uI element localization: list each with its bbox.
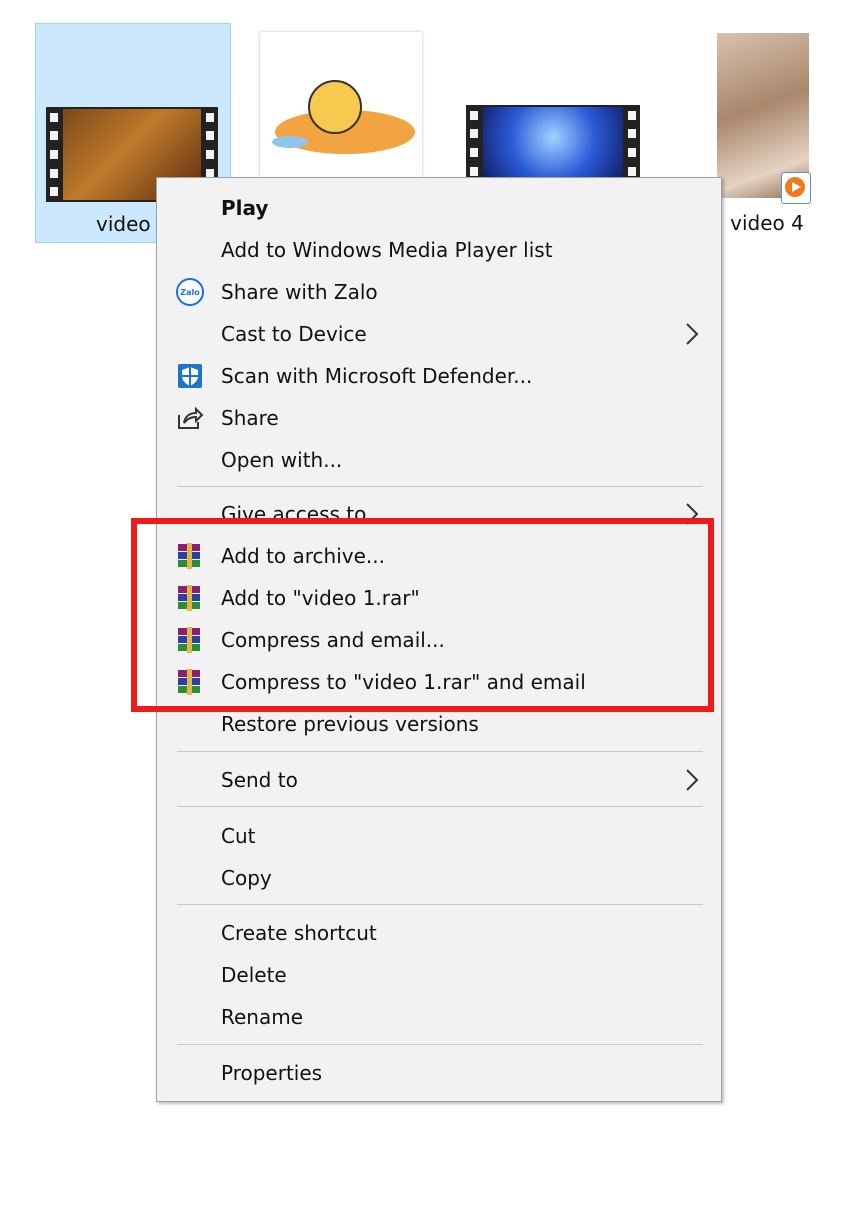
file-label: video 4	[730, 211, 804, 235]
menu-item-create-shortcut[interactable]: Create shortcut	[157, 913, 721, 953]
menu-item-add-to-wmp-list[interactable]: Add to Windows Media Player list	[157, 230, 721, 270]
image-thumbnail	[260, 32, 422, 177]
menu-item-delete[interactable]: Delete	[157, 955, 721, 995]
menu-item-cast-to-device[interactable]: Cast to Device	[157, 314, 721, 354]
menu-item-label: Open with...	[221, 448, 343, 472]
defender-shield-icon	[175, 361, 205, 391]
menu-item-label: Scan with Microsoft Defender...	[221, 364, 533, 388]
chevron-right-icon	[686, 323, 699, 345]
menu-item-label: Cut	[221, 824, 256, 848]
menu-item-label: Share with Zalo	[221, 280, 378, 304]
menu-item-label: Send to	[221, 768, 298, 792]
menu-item-send-to[interactable]: Send to	[157, 760, 721, 800]
menu-separator	[177, 751, 703, 752]
media-player-badge-icon	[781, 172, 811, 204]
zalo-badge-text: Zalo	[180, 287, 200, 297]
video-film-thumbnail	[466, 105, 640, 185]
menu-item-open-with[interactable]: Open with...	[157, 440, 721, 480]
menu-item-label: Properties	[221, 1061, 323, 1085]
menu-item-label: Restore previous versions	[221, 712, 479, 736]
menu-item-label: Create shortcut	[221, 921, 377, 945]
menu-item-play[interactable]: Play	[157, 188, 721, 228]
menu-item-properties[interactable]: Properties	[157, 1053, 721, 1093]
menu-separator	[177, 806, 703, 807]
share-icon	[175, 403, 205, 433]
chevron-right-icon	[686, 769, 699, 791]
menu-item-label: Delete	[221, 963, 287, 987]
menu-item-label: Copy	[221, 866, 272, 890]
menu-item-share-with-zalo[interactable]: Zalo Share with Zalo	[157, 272, 721, 312]
menu-separator	[177, 1044, 703, 1045]
menu-item-copy[interactable]: Copy	[157, 858, 721, 898]
file-item-video-3[interactable]	[466, 105, 642, 185]
menu-item-label: Cast to Device	[221, 322, 367, 346]
file-item-video-4[interactable]: video 4	[705, 30, 829, 242]
menu-item-scan-defender[interactable]: Scan with Microsoft Defender...	[157, 356, 721, 396]
menu-item-label: Add to Windows Media Player list	[221, 238, 553, 262]
menu-separator	[177, 486, 703, 487]
menu-item-cut[interactable]: Cut	[157, 816, 721, 856]
zalo-icon: Zalo	[175, 277, 205, 307]
file-item-image[interactable]	[258, 30, 424, 180]
menu-item-label: Share	[221, 406, 279, 430]
menu-item-label: Play	[221, 196, 269, 220]
menu-item-share[interactable]: Share	[157, 398, 721, 438]
menu-item-label: Rename	[221, 1005, 304, 1029]
winrar-options-highlight-box	[131, 518, 714, 712]
menu-separator	[177, 904, 703, 905]
menu-item-rename[interactable]: Rename	[157, 997, 721, 1037]
